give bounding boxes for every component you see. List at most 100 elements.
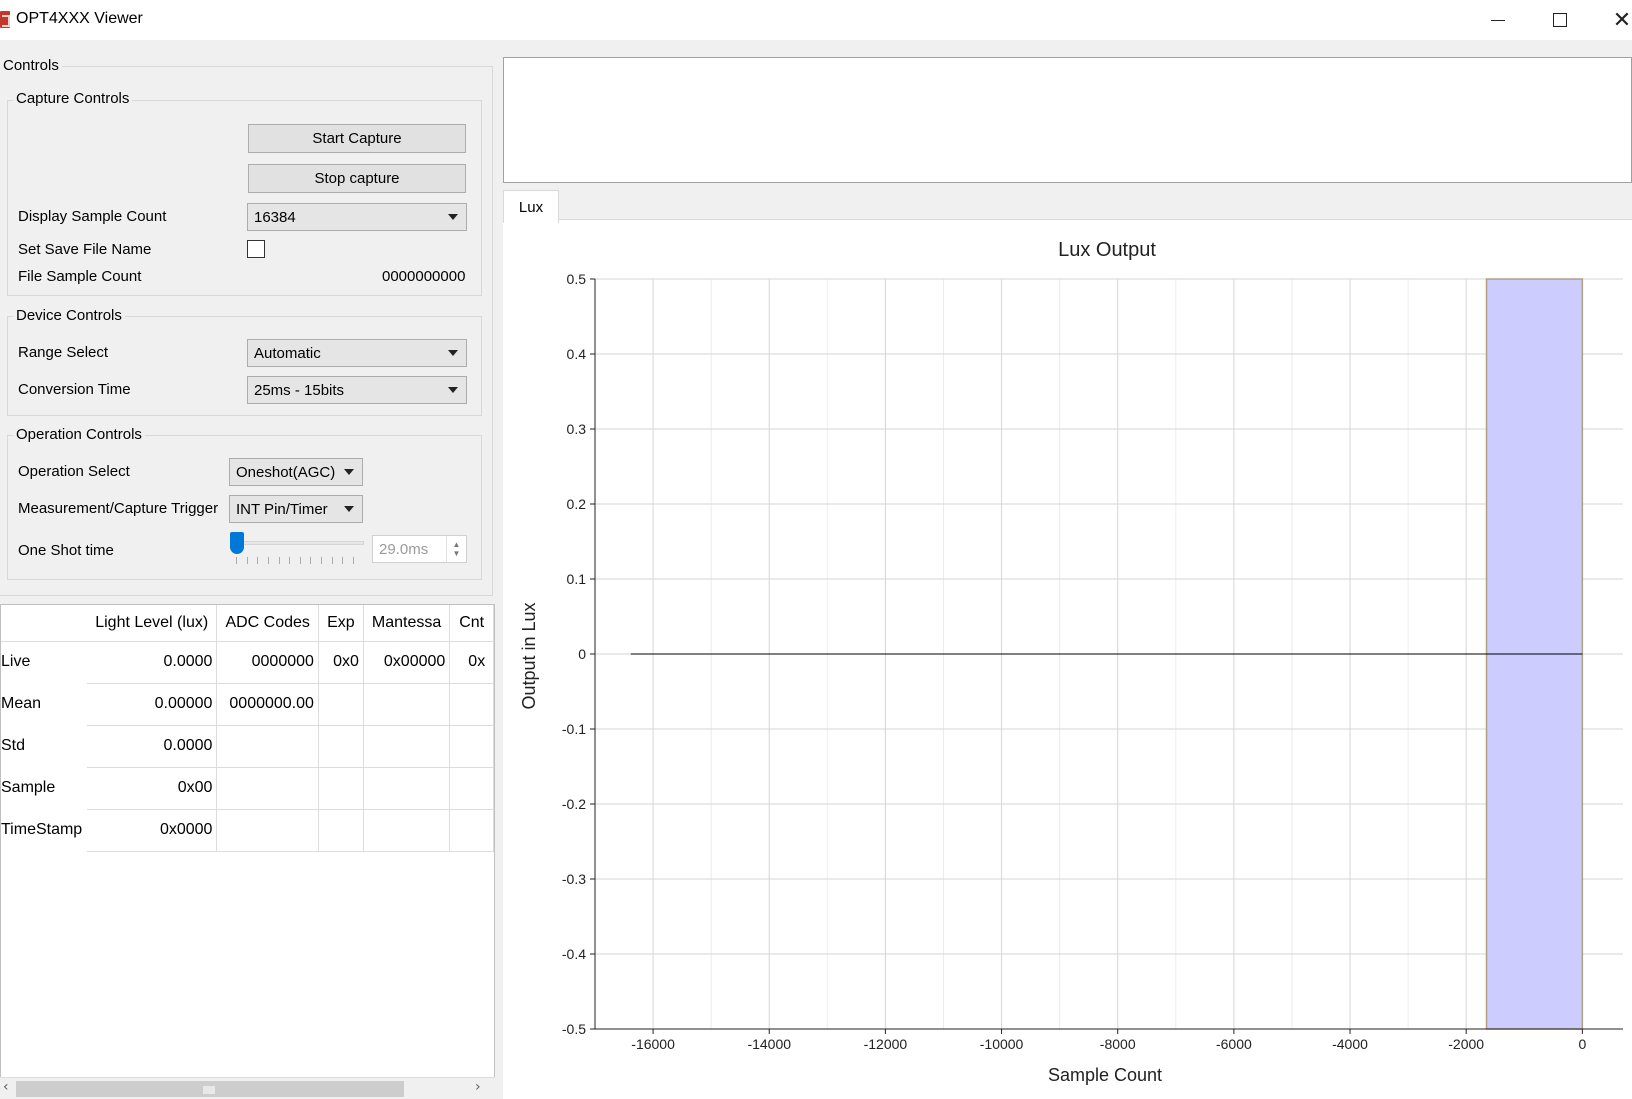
y-tick-label: -0.5	[562, 1021, 586, 1037]
trigger-dropdown[interactable]: INT Pin/Timer	[229, 495, 363, 523]
table-cell[interactable]	[318, 725, 364, 768]
x-tick-label: -12000	[864, 1036, 908, 1052]
column-header[interactable]: Mantessa	[363, 605, 451, 642]
x-tick-label: -14000	[747, 1036, 791, 1052]
table-cell[interactable]	[449, 683, 494, 726]
x-tick-label: -4000	[1332, 1036, 1368, 1052]
set-save-file-label: Set Save File Name	[18, 241, 152, 258]
column-header[interactable]: Light Level (lux)	[86, 605, 218, 642]
top-display-panel	[503, 57, 1632, 183]
range-select-label: Range Select	[18, 344, 109, 361]
table-cell[interactable]	[363, 809, 451, 852]
table-header-row: Light Level (lux) ADC Codes Exp Mantessa…	[1, 605, 494, 642]
table-cell[interactable]	[449, 725, 494, 768]
table-row: Live 0.0000 0000000 0x0 0x00000 0x	[1, 641, 494, 684]
file-sample-count-label: File Sample Count	[18, 268, 142, 285]
minimize-icon	[1491, 19, 1505, 21]
column-header[interactable]: Exp	[318, 605, 364, 642]
table-cell[interactable]	[318, 809, 364, 852]
table-horizontal-scrollbar[interactable]: ‹ ›	[0, 1077, 495, 1099]
display-sample-count-label: Display Sample Count	[18, 208, 167, 225]
chevron-down-icon	[448, 214, 458, 220]
y-tick-label: 0.5	[567, 271, 587, 287]
table-cell[interactable]	[449, 809, 494, 852]
y-tick-label: -0.1	[562, 721, 586, 737]
table-cell[interactable]	[363, 767, 451, 810]
table-cell[interactable]: 0.0000	[86, 725, 218, 768]
table-cell[interactable]	[363, 725, 451, 768]
table-cell[interactable]: 0000000	[216, 641, 319, 684]
display-sample-count-dropdown[interactable]: 16384	[247, 203, 467, 231]
one-shot-slider-thumb[interactable]	[230, 532, 244, 554]
table-corner	[1, 605, 87, 642]
y-tick-label: 0.4	[567, 346, 587, 362]
controls-title: Controls	[0, 57, 62, 74]
table-row: Sample 0x00	[1, 767, 494, 810]
table-cell[interactable]: 0.0000	[86, 641, 218, 684]
minimize-button[interactable]	[1468, 0, 1528, 40]
table-row: Std 0.0000	[1, 725, 494, 768]
spin-arrows-icon[interactable]: ▲ ▼	[446, 536, 466, 562]
capture-controls-title: Capture Controls	[13, 90, 133, 107]
column-header[interactable]: Cnt	[449, 605, 494, 642]
one-shot-spinbox[interactable]: 29.0ms ▲ ▼	[372, 535, 467, 563]
table-cell[interactable]: 0x	[449, 641, 494, 684]
chart-title: Lux Output	[1058, 239, 1156, 261]
table-cell[interactable]	[318, 767, 364, 810]
table-row: TimeStamp 0x0000	[1, 809, 494, 852]
close-button[interactable]: ✕	[1592, 0, 1632, 40]
trigger-label: Measurement/Capture Trigger	[18, 500, 219, 517]
readings-table: Light Level (lux) ADC Codes Exp Mantessa…	[0, 604, 495, 1099]
table-cell[interactable]	[363, 683, 451, 726]
one-shot-slider-track[interactable]	[230, 541, 364, 545]
y-axis-label: Output in Lux	[519, 602, 539, 709]
table-cell[interactable]	[449, 767, 494, 810]
table-cell[interactable]: 0000000.00	[216, 683, 319, 726]
maximize-icon	[1553, 13, 1567, 27]
range-select-dropdown[interactable]: Automatic	[247, 339, 467, 367]
one-shot-label: One Shot time	[18, 542, 114, 559]
table-cell[interactable]	[216, 767, 319, 810]
one-shot-slider-ticks	[236, 557, 354, 565]
x-tick-label: -8000	[1100, 1036, 1136, 1052]
range-select-value: Automatic	[254, 344, 321, 362]
set-save-file-checkbox[interactable]	[247, 240, 265, 258]
table-row: Mean 0.00000 0000000.00	[1, 683, 494, 726]
table-cell[interactable]	[318, 683, 364, 726]
x-tick-label: 0	[1578, 1036, 1586, 1052]
x-tick-label: -6000	[1216, 1036, 1252, 1052]
stop-capture-button[interactable]: Stop capture	[248, 164, 466, 193]
chart-ticks: 0.5 0.4 0.3 0.2 0.1 0 -0.1 -0.2 -0.3 -0.4 -0.5 -160…	[562, 271, 1587, 1052]
chevron-down-icon	[344, 506, 354, 512]
table-cell[interactable]	[216, 725, 319, 768]
chevron-down-icon	[448, 387, 458, 393]
column-header[interactable]: ADC Codes	[216, 605, 319, 642]
table-cell[interactable]: 0x00000	[363, 641, 451, 684]
operation-controls-title: Operation Controls	[13, 426, 145, 443]
conversion-time-dropdown[interactable]: 25ms - 15bits	[247, 376, 467, 404]
start-capture-button[interactable]: Start Capture	[248, 124, 466, 153]
table-cell[interactable]: 0x00	[86, 767, 218, 810]
scroll-left-icon[interactable]: ‹	[3, 1079, 9, 1095]
table-cell[interactable]: 0.00000	[86, 683, 218, 726]
operation-select-label: Operation Select	[18, 463, 130, 480]
conversion-time-label: Conversion Time	[18, 381, 131, 398]
scroll-right-icon[interactable]: ›	[475, 1079, 481, 1095]
scrollbar-grip	[203, 1086, 215, 1094]
table-cell[interactable]: 0x0	[318, 641, 364, 684]
y-tick-label: 0	[578, 646, 586, 662]
y-tick-label: -0.4	[562, 946, 586, 962]
trigger-value: INT Pin/Timer	[236, 500, 328, 518]
table-cell[interactable]: 0x0000	[86, 809, 218, 852]
title-bar: OPT4XXX Viewer ✕	[0, 0, 1632, 40]
chevron-down-icon	[344, 469, 354, 475]
y-tick-label: 0.3	[567, 421, 587, 437]
table-cell[interactable]	[216, 809, 319, 852]
maximize-button[interactable]	[1530, 0, 1590, 40]
chevron-down-icon	[448, 350, 458, 356]
close-icon: ✕	[1612, 7, 1632, 33]
y-tick-label: 0.1	[567, 571, 587, 587]
row-header: Live	[1, 641, 87, 683]
operation-select-dropdown[interactable]: Oneshot(AGC)	[229, 458, 363, 486]
lux-output-chart: 0.5 0.4 0.3 0.2 0.1 0 -0.1 -0.2 -0.3 -0.4 -0.5 -160…	[519, 239, 1623, 1085]
